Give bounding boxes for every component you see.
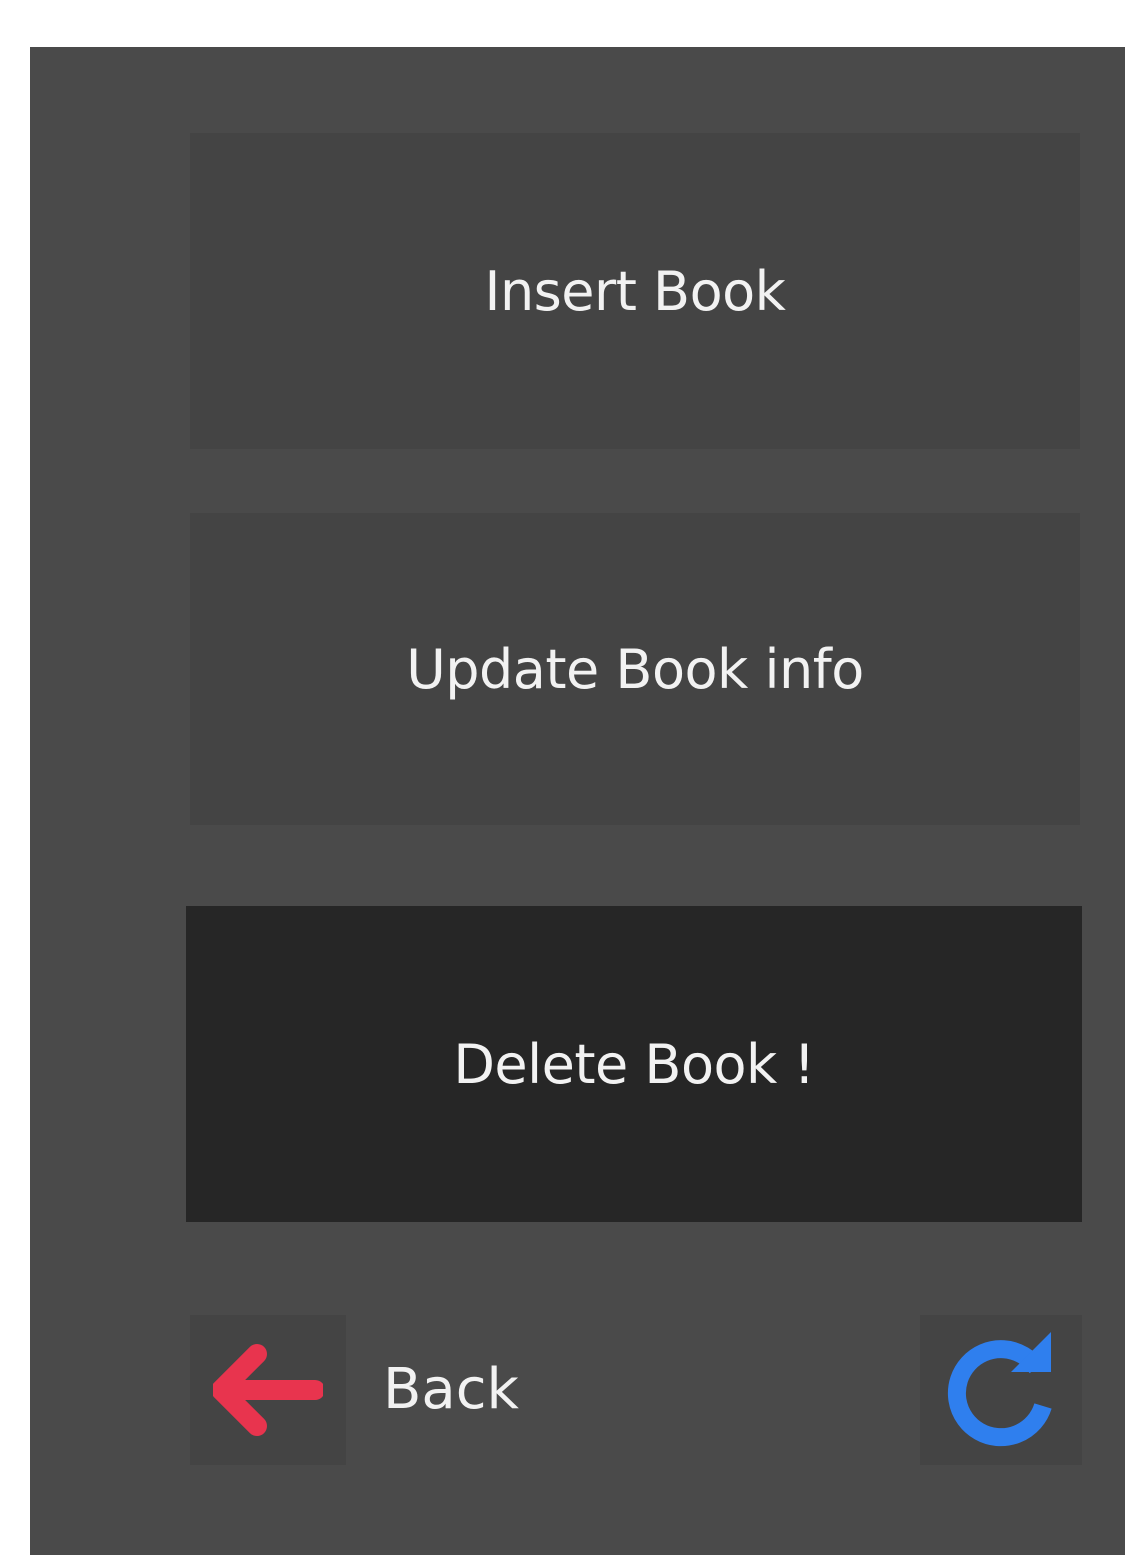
back-label[interactable]: Back (383, 1355, 519, 1425)
delete-book-button[interactable]: Delete Book ! (186, 906, 1082, 1222)
insert-book-label: Insert Book (484, 259, 786, 323)
insert-book-button[interactable]: Insert Book (190, 133, 1080, 449)
refresh-button[interactable] (920, 1315, 1082, 1465)
arrow-left-icon (213, 1344, 323, 1436)
back-button[interactable] (190, 1315, 346, 1465)
refresh-icon (947, 1332, 1052, 1447)
book-menu-window: Insert Book Update Book info Delete Book… (30, 47, 1125, 1555)
update-book-info-label: Update Book info (406, 637, 864, 701)
delete-book-label: Delete Book ! (453, 1032, 815, 1096)
update-book-info-button[interactable]: Update Book info (190, 513, 1080, 825)
